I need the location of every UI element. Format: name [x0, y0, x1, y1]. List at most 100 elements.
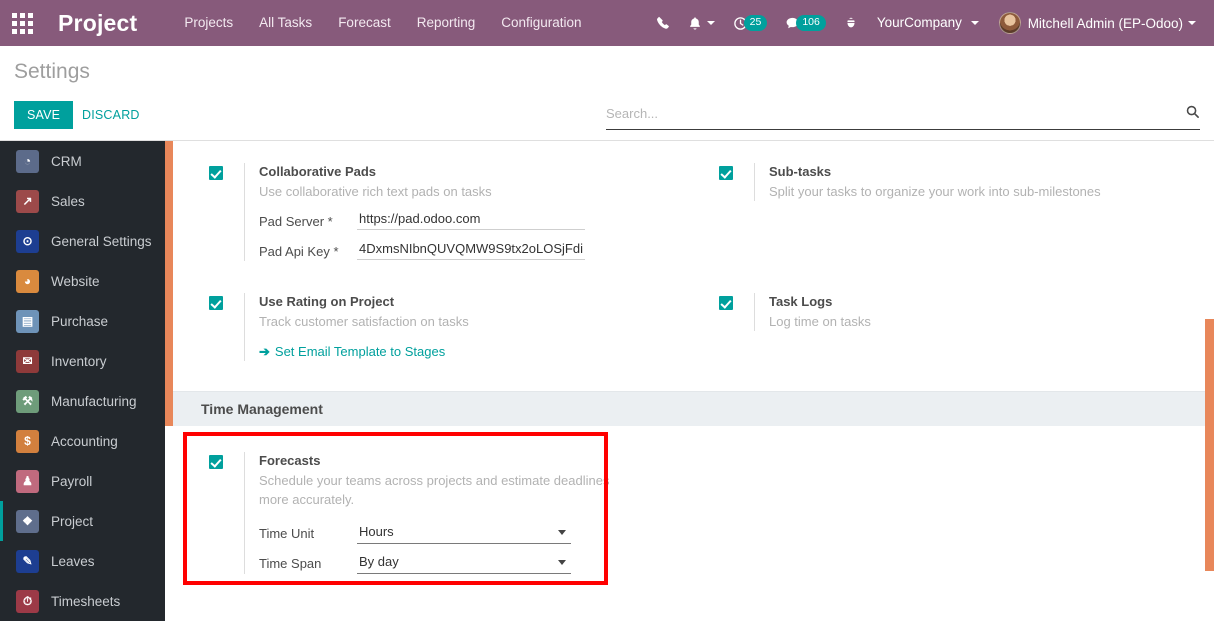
- save-button[interactable]: SAVE: [14, 101, 74, 129]
- payroll-icon: ♟: [16, 469, 39, 493]
- page-title: Settings: [14, 60, 90, 83]
- bell-icon-dropdown[interactable]: [679, 0, 724, 46]
- setting-description: Track customer satisfaction on tasks: [259, 314, 469, 329]
- menu-item-projects[interactable]: Projects: [171, 0, 246, 46]
- setting-title: Sub-tasks: [769, 164, 832, 179]
- setting-description: Split your tasks to organize your work i…: [769, 184, 1101, 199]
- pad-server-label: Pad Server *: [259, 214, 333, 229]
- sidebar-item-label: Accounting: [51, 433, 118, 449]
- set-email-template-link[interactable]: ➔ Set Email Template to Stages: [259, 344, 445, 360]
- settings-col-left-2: Use Rating on Project Track customer sat…: [173, 293, 683, 371]
- leaves-icon: ✎: [16, 549, 39, 573]
- settings-col-right: Sub-tasks Split your tasks to organize y…: [683, 163, 1193, 271]
- pad-server-field-row: Pad Server *: [259, 210, 683, 231]
- phone-icon[interactable]: [647, 0, 679, 46]
- setting-title: Collaborative Pads: [259, 164, 377, 179]
- sidebar-item-inventory[interactable]: ✉ Inventory: [0, 341, 165, 381]
- chevron-down-icon: [1188, 21, 1196, 25]
- sidebar-item-leaves[interactable]: ✎ Leaves: [0, 541, 165, 581]
- pad-api-key-field-row: Pad Api Key *: [259, 240, 683, 261]
- menu-item-forecast[interactable]: Forecast: [325, 0, 404, 46]
- purchase-icon: ▤: [16, 309, 39, 333]
- menu-item-reporting[interactable]: Reporting: [404, 0, 489, 46]
- setting-description: Use collaborative rich text pads on task…: [259, 184, 492, 199]
- sidebar-item-label: General Settings: [51, 233, 152, 249]
- task-logs-checkbox[interactable]: [719, 296, 733, 310]
- apps-sidebar: ◔ CRM ↗ Sales ⊙ General Settings ◕ Websi…: [0, 141, 165, 621]
- sidebar-item-crm[interactable]: ◔ CRM: [0, 141, 165, 181]
- arrow-right-icon: ➔: [259, 344, 270, 359]
- company-switcher[interactable]: YourCompany: [867, 0, 989, 46]
- search-icon[interactable]: [1185, 104, 1200, 127]
- setting-collaborative-pads: Collaborative Pads Use collaborative ric…: [209, 163, 683, 271]
- setting-description: Schedule your teams across projects and …: [259, 473, 610, 507]
- content-scrollbar-thumb[interactable]: [1205, 319, 1214, 571]
- setting-sub-tasks: Sub-tasks Split your tasks to organize y…: [719, 163, 1193, 211]
- navbar-right-tools: 25 106 YourCompany Mitchell Admin (EP-Od…: [647, 0, 1214, 46]
- sales-icon: ↗: [16, 189, 39, 213]
- section-title: Time Management: [201, 401, 323, 417]
- top-navbar: Project Projects All Tasks Forecast Repo…: [0, 0, 1214, 46]
- inventory-icon: ✉: [16, 349, 39, 373]
- time-span-select[interactable]: [357, 552, 571, 574]
- manufacturing-icon: ⚒: [16, 389, 39, 413]
- sidebar-item-label: Leaves: [51, 553, 95, 569]
- sidebar-item-manufacturing[interactable]: ⚒ Manufacturing: [0, 381, 165, 421]
- user-name-label: Mitchell Admin (EP-Odoo): [1027, 15, 1183, 31]
- time-unit-field-row: Time Unit: [259, 522, 683, 544]
- menu-item-all-tasks[interactable]: All Tasks: [246, 0, 325, 46]
- apps-menu-button[interactable]: [0, 0, 44, 46]
- setting-title: Forecasts: [259, 453, 321, 468]
- content-scrollbar-left[interactable]: [165, 141, 173, 426]
- company-label: YourCompany: [876, 15, 962, 30]
- settings-top-block: Collaborative Pads Use collaborative ric…: [173, 141, 1205, 371]
- sidebar-item-sales[interactable]: ↗ Sales: [0, 181, 165, 221]
- messages-count-badge: 106: [796, 15, 826, 31]
- sidebar-item-label: Sales: [51, 193, 85, 209]
- odoo-settings-page: Project Projects All Tasks Forecast Repo…: [0, 0, 1214, 621]
- setting-forecasts: Forecasts Schedule your teams across pro…: [209, 452, 683, 584]
- collaborative-pads-checkbox[interactable]: [209, 166, 223, 180]
- sub-tasks-checkbox[interactable]: [719, 166, 733, 180]
- sidebar-item-payroll[interactable]: ♟ Payroll: [0, 461, 165, 501]
- forecasts-checkbox[interactable]: [209, 455, 223, 469]
- setting-task-logs: Task Logs Log time on tasks: [719, 293, 1193, 341]
- sidebar-item-accounting[interactable]: $ Accounting: [0, 421, 165, 461]
- sidebar-item-label: Project: [51, 513, 94, 529]
- sidebar-item-general-settings[interactable]: ⊙ General Settings: [0, 221, 165, 261]
- search-bar: [606, 102, 1200, 130]
- sidebar-item-website[interactable]: ◕ Website: [0, 261, 165, 301]
- link-label: Set Email Template to Stages: [274, 344, 446, 359]
- avatar: [998, 12, 1021, 34]
- sidebar-item-label: CRM: [51, 153, 82, 169]
- sidebar-item-project[interactable]: ❖ Project: [0, 501, 165, 541]
- apps-grid-icon: [11, 12, 33, 34]
- control-panel: Settings SAVE DISCARD: [0, 46, 1214, 141]
- sidebar-item-label: Website: [51, 273, 100, 289]
- settings-row-2: Use Rating on Project Track customer sat…: [173, 293, 1205, 371]
- sidebar-item-timesheets[interactable]: ⏱ Timesheets: [0, 581, 165, 621]
- search-input[interactable]: [606, 106, 1185, 125]
- sidebar-item-label: Payroll: [51, 473, 93, 489]
- use-rating-checkbox[interactable]: [209, 296, 223, 310]
- menu-item-configuration[interactable]: Configuration: [488, 0, 594, 46]
- pad-server-input[interactable]: [357, 210, 585, 230]
- time-unit-select[interactable]: [357, 522, 571, 544]
- time-management-section-header: Time Management: [173, 391, 1205, 426]
- activity-clock-button[interactable]: 25: [724, 0, 777, 46]
- setting-use-rating: Use Rating on Project Track customer sat…: [209, 293, 683, 371]
- discard-button[interactable]: DISCARD: [72, 101, 150, 129]
- user-menu[interactable]: Mitchell Admin (EP-Odoo): [989, 0, 1204, 46]
- settings-content: Collaborative Pads Use collaborative ric…: [165, 141, 1214, 621]
- sidebar-item-purchase[interactable]: ▤ Purchase: [0, 301, 165, 341]
- settings-col-left: Collaborative Pads Use collaborative ric…: [173, 163, 683, 271]
- bug-icon[interactable]: [835, 0, 867, 46]
- pad-api-key-input[interactable]: [357, 240, 585, 260]
- time-span-label: Time Span: [259, 556, 322, 571]
- brand-title[interactable]: Project: [58, 10, 137, 37]
- sidebar-item-label: Manufacturing: [51, 393, 137, 409]
- timesheets-icon: ⏱: [16, 589, 39, 613]
- settings-col-right-2: Task Logs Log time on tasks: [683, 293, 1193, 371]
- messages-button[interactable]: 106: [776, 0, 835, 46]
- settings-row-1: Collaborative Pads Use collaborative ric…: [173, 163, 1205, 271]
